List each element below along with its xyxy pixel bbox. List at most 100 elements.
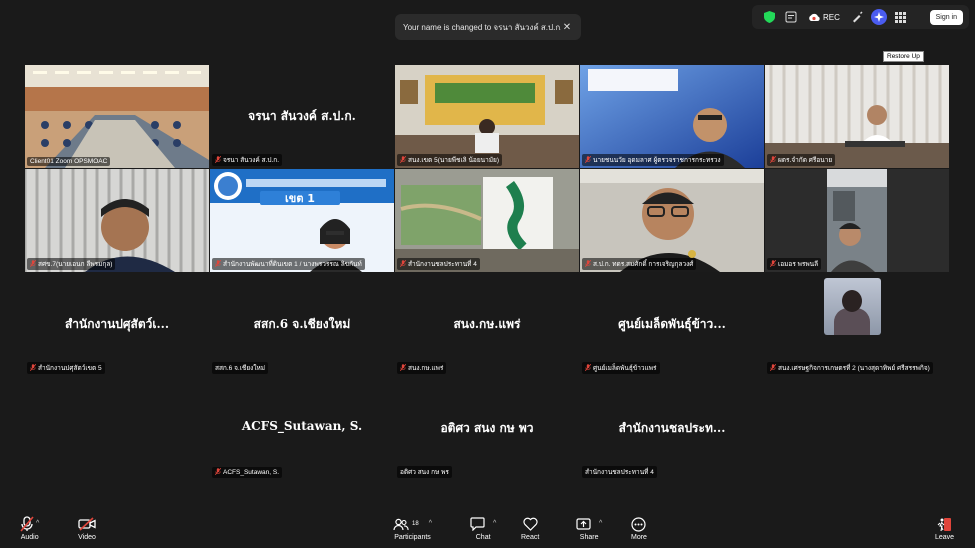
muted-mic-icon	[769, 363, 777, 373]
participant-name: สำนักงานชลประทานที่ 4	[408, 261, 477, 268]
share-label: Share	[579, 534, 599, 541]
participant-display-name: สำนักงานชลประท...	[618, 421, 726, 435]
participant-video	[580, 169, 764, 272]
video-button[interactable]: Video	[78, 516, 96, 541]
participant-tile[interactable]: สำนักงานปศุสัตว์เ... สำนักงานปศุสัตว์เขต …	[25, 273, 209, 376]
leave-label: Leave	[935, 534, 955, 541]
participant-name: สนง.กษ.แพร่	[408, 365, 444, 372]
muted-mic-icon	[769, 259, 777, 269]
participant-tile[interactable]: สนง.กษ.แพร่ สนง.กษ.แพร่	[395, 273, 579, 376]
participant-video: เขต 1	[210, 169, 394, 272]
participant-name: เอมอร พรพนลี	[778, 261, 819, 268]
muted-mic-icon	[214, 155, 222, 165]
participant-tile[interactable]: สำนักงานชลประท... สำนักงานชลประทานที่ 4	[580, 377, 764, 480]
participant-display-name: สสก.6 จ.เชียงใหม่	[253, 317, 351, 331]
apps-grid-icon[interactable]	[890, 6, 912, 28]
participants-options-caret[interactable]: ^	[429, 516, 432, 532]
participant-tile[interactable]: ศูนย์เมล็ดพันธุ์ข้าว... ศูนย์เมล็ดพันธุ์ข…	[580, 273, 764, 376]
participant-name: นายชนนวัย อุดมลาศ ผู้ตรวจราชการกระทรวง	[593, 157, 721, 164]
participant-name: สำนักงานชลประทานที่ 4	[585, 469, 654, 476]
more-button[interactable]: More	[631, 516, 647, 541]
participant-name: อติศว สนง กษ พร	[400, 469, 449, 476]
participant-name-label: สสก.6 จ.เชียงใหม่	[212, 362, 269, 374]
participant-tile[interactable]: สศข.7(นายเอนก ลีพรมกุล)	[25, 169, 209, 272]
participant-name: สนง.เขต 5(นายพีชเลิ น้อยนามัย)	[408, 157, 499, 164]
captions-icon[interactable]	[780, 6, 802, 28]
muted-mic-icon	[399, 259, 407, 269]
more-icon	[631, 516, 647, 532]
participant-tile[interactable]: นายชนนวัย อุดมลาศ ผู้ตรวจราชการกระทรวง	[580, 65, 764, 168]
participant-name-label: เอมอร พรพนลี	[767, 258, 822, 270]
chat-options-caret[interactable]: ^	[493, 516, 496, 532]
recording-indicator[interactable]: REC	[802, 13, 846, 22]
chat-button[interactable]: ^ Chat	[470, 516, 496, 541]
muted-mic-icon	[584, 259, 592, 269]
participant-name-label: ACFS_Sutawan, S.	[212, 467, 282, 478]
leave-button[interactable]: Leave	[935, 516, 954, 541]
video-label: Video	[78, 534, 96, 541]
participant-video	[25, 65, 209, 168]
participant-video	[25, 169, 209, 272]
muted-mic-icon	[29, 259, 37, 269]
participant-tile[interactable]: สนง.เศรษฐกิจการเกษตรที่ 2 (นางสุดาทิพย์ …	[765, 273, 949, 376]
participants-button[interactable]: 18 ^ Participants	[393, 516, 432, 541]
name-changed-toast: Your name is changed to จรนา สันวงค์ ส.ป…	[395, 14, 581, 40]
participant-name-label: ผตร.จำกัด ศรีอนาย	[767, 154, 836, 166]
participant-tile[interactable]: สสก.6 จ.เชียงใหม่ สสก.6 จ.เชียงใหม่	[210, 273, 394, 376]
muted-mic-icon	[399, 363, 407, 373]
participant-tile[interactable]: สำนักงานชลประทานที่ 4	[395, 169, 579, 272]
annotate-icon[interactable]	[846, 6, 868, 28]
heart-icon	[523, 517, 538, 531]
share-button[interactable]: ^ Share	[576, 516, 602, 541]
participant-name: สศข.7(นายเอนก ลีพรมกุล)	[38, 261, 113, 268]
shield-icon[interactable]	[758, 6, 780, 28]
react-label: React	[521, 534, 540, 541]
toast-message: Your name is changed to จรนา สันวงค์ ส.ป…	[403, 22, 561, 32]
participant-display-name: อติศว สนง กษ พว	[440, 421, 534, 435]
participant-name: สนง.เศรษฐกิจการเกษตรที่ 2 (นางสุดาทิพย์ …	[778, 365, 930, 372]
audio-options-caret[interactable]: ^	[36, 516, 39, 532]
share-options-caret[interactable]: ^	[599, 516, 602, 532]
leave-icon	[937, 517, 952, 531]
sign-in-button[interactable]: Sign in	[929, 9, 963, 25]
participant-tile[interactable]: เอมอร พรพนลี	[765, 169, 949, 272]
participant-display-name: สำนักงานปศุสัตว์เ...	[64, 317, 170, 331]
participant-name: Client01 Zoom OPSMOAC	[30, 158, 108, 165]
participant-video	[765, 169, 949, 272]
ai-companion-icon[interactable]	[868, 6, 890, 28]
participant-tile[interactable]: เขต 1 สำนักงานพัฒนาที่ดินเขต 1 / นางพรวรร…	[210, 169, 394, 272]
participant-name-label: สำนักงานพัฒนาที่ดินเขต 1 / นางพรวรรณ ลิข…	[212, 258, 365, 270]
cloud-record-icon	[809, 13, 820, 21]
muted-mic-icon	[584, 155, 592, 165]
participant-name-label: สนง.เขต 5(นายพีชเลิ น้อยนามัย)	[397, 154, 502, 166]
participant-name: ส.ป.ก. ทดร.สมศักดิ์ การเจริญกุลวงศ์	[593, 261, 694, 268]
participant-name-label: สนง.กษ.แพร่	[397, 362, 447, 374]
react-button[interactable]: React	[521, 516, 539, 541]
participant-tile[interactable]: ผตร.จำกัด ศรีอนาย	[765, 65, 949, 168]
empty-grid-cell	[765, 377, 949, 480]
participant-tile[interactable]: อติศว สนง กษ พวอติศว สนง กษ พร	[395, 377, 579, 480]
empty-grid-cell	[25, 377, 209, 480]
restore-up-tooltip: Restore Up	[883, 51, 924, 62]
muted-mic-icon	[29, 363, 37, 373]
more-label: More	[631, 534, 647, 541]
participant-video	[580, 65, 764, 168]
participant-name: สสก.6 จ.เชียงใหม่	[215, 365, 266, 372]
muted-mic-icon	[214, 259, 222, 269]
participant-name-label: สนง.เศรษฐกิจการเกษตรที่ 2 (นางสุดาทิพย์ …	[767, 362, 933, 374]
participant-tile[interactable]: ส.ป.ก. ทดร.สมศักดิ์ การเจริญกุลวงศ์	[580, 169, 764, 272]
banner-text: เขต 1	[285, 192, 315, 205]
participant-name: ผตร.จำกัด ศรีอนาย	[778, 157, 833, 164]
participant-name-label: สำนักงานปศุสัตว์เขต 5	[27, 362, 105, 374]
participant-tile[interactable]: สนง.เขต 5(นายพีชเลิ น้อยนามัย)	[395, 65, 579, 168]
participant-tile[interactable]: จรนา สันวงค์ ส.ป.ก. จรนา สันวงค์ ส.ป.ก.	[210, 65, 394, 168]
participant-tile[interactable]: Client01 Zoom OPSMOAC	[25, 65, 209, 168]
audio-label: Audio	[20, 534, 39, 541]
muted-mic-icon	[399, 155, 407, 165]
participant-display-name: ACFS_Sutawan, S.	[241, 419, 363, 433]
audio-button[interactable]: ^ Audio	[20, 516, 39, 541]
participant-tile[interactable]: ACFS_Sutawan, S. ACFS_Sutawan, S.	[210, 377, 394, 480]
close-icon[interactable]: ✕	[561, 22, 573, 33]
microphone-muted-icon	[20, 516, 34, 532]
participant-name-label: จรนา สันวงค์ ส.ป.ก.	[212, 154, 283, 166]
